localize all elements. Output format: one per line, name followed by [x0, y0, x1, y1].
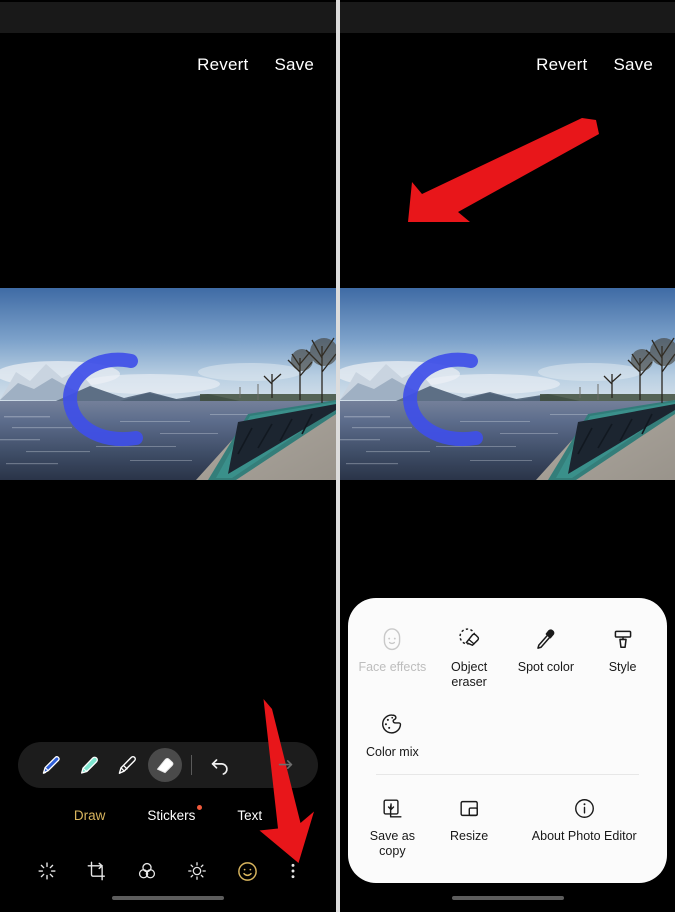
- tab-stickers[interactable]: Stickers: [147, 804, 203, 823]
- pen-tool-button[interactable]: [32, 746, 70, 784]
- color-mix-label: Color mix: [365, 744, 419, 759]
- info-icon: [572, 789, 597, 821]
- draw-toolbar: [18, 742, 318, 788]
- save-button-right[interactable]: Save: [613, 55, 653, 75]
- tab-draw[interactable]: Draw: [74, 808, 106, 823]
- revert-button[interactable]: Revert: [197, 55, 248, 75]
- style-menu-item[interactable]: Style: [584, 616, 661, 701]
- editor-header-left: Revert Save: [0, 44, 336, 86]
- phone-screen-right: Revert Save Face effects Object eraser S…: [340, 0, 675, 912]
- resize-icon: [457, 789, 482, 821]
- draw-mode-tabs: Draw Stickers Text: [0, 802, 336, 828]
- phone-screen-left: Revert Save Draw Stickers Text: [0, 0, 336, 912]
- arrow-to-save-as-copy: [400, 118, 610, 228]
- about-photo-editor-label: About Photo Editor: [531, 828, 637, 843]
- editor-tool-bar: [0, 850, 336, 892]
- auto-enhance-button[interactable]: [22, 850, 72, 892]
- about-photo-editor-menu-item[interactable]: About Photo Editor: [508, 785, 662, 870]
- object-eraser-icon: [456, 620, 483, 652]
- pencil-tool-button[interactable]: [108, 746, 146, 784]
- more-options-sheet: Face effects Object eraser Spot color St…: [348, 598, 667, 884]
- paint-roller-icon: [610, 620, 636, 652]
- highlighter-tool-button[interactable]: [70, 746, 108, 784]
- object-eraser-menu-item[interactable]: Object eraser: [431, 616, 508, 701]
- decorate-button[interactable]: [222, 850, 272, 892]
- brightness-button[interactable]: [172, 850, 222, 892]
- undo-button[interactable]: [201, 746, 239, 784]
- tab-text[interactable]: Text: [237, 808, 262, 823]
- home-indicator-left[interactable]: [112, 896, 224, 900]
- crop-rotate-button[interactable]: [72, 850, 122, 892]
- tab-stickers-label: Stickers: [147, 807, 196, 823]
- object-eraser-label: Object eraser: [451, 660, 488, 690]
- save-button[interactable]: Save: [274, 55, 314, 75]
- sheet-row-1: Face effects Object eraser Spot color St…: [354, 616, 661, 701]
- spot-color-menu-item[interactable]: Spot color: [508, 616, 585, 701]
- face-effects-menu-item[interactable]: Face effects: [354, 616, 431, 701]
- screenshot-root: Revert Save Draw Stickers Text Revert Sa…: [0, 0, 675, 912]
- stickers-new-badge-dot: [197, 804, 203, 810]
- sheet-row-2: Color mix: [354, 701, 661, 770]
- photo-canvas[interactable]: [0, 288, 336, 480]
- resize-menu-item[interactable]: Resize: [431, 785, 508, 870]
- spot-color-label: Spot color: [517, 660, 575, 674]
- eyedropper-icon: [533, 620, 559, 652]
- filters-button[interactable]: [122, 850, 172, 892]
- more-options-icon[interactable]: [272, 850, 314, 892]
- eraser-tool-button[interactable]: [146, 746, 184, 784]
- resize-label: Resize: [450, 828, 489, 843]
- revert-button-right[interactable]: Revert: [536, 55, 587, 75]
- style-label: Style: [608, 660, 637, 674]
- face-icon: [379, 620, 405, 652]
- sheet-row-3: Save as copy Resize About Photo Editor: [354, 785, 661, 870]
- sheet-divider: [376, 773, 639, 775]
- home-indicator-right[interactable]: [451, 896, 564, 900]
- photo-canvas-right[interactable]: [340, 288, 675, 480]
- face-effects-label: Face effects: [358, 660, 427, 674]
- toolbar-divider: [191, 755, 192, 775]
- redo-button[interactable]: [266, 746, 304, 784]
- save-as-copy-label: Save as copy: [369, 828, 415, 858]
- palette-icon: [379, 705, 405, 737]
- save-as-copy-menu-item[interactable]: Save as copy: [354, 785, 431, 870]
- editor-header-right: Revert Save: [340, 44, 675, 86]
- status-bar-left: [0, 2, 336, 33]
- save-copy-icon: [380, 789, 405, 821]
- tab-draw-label: Draw: [73, 807, 106, 823]
- color-mix-menu-item[interactable]: Color mix: [354, 701, 431, 770]
- status-bar-right: [340, 2, 675, 33]
- tab-text-label: Text: [237, 807, 263, 823]
